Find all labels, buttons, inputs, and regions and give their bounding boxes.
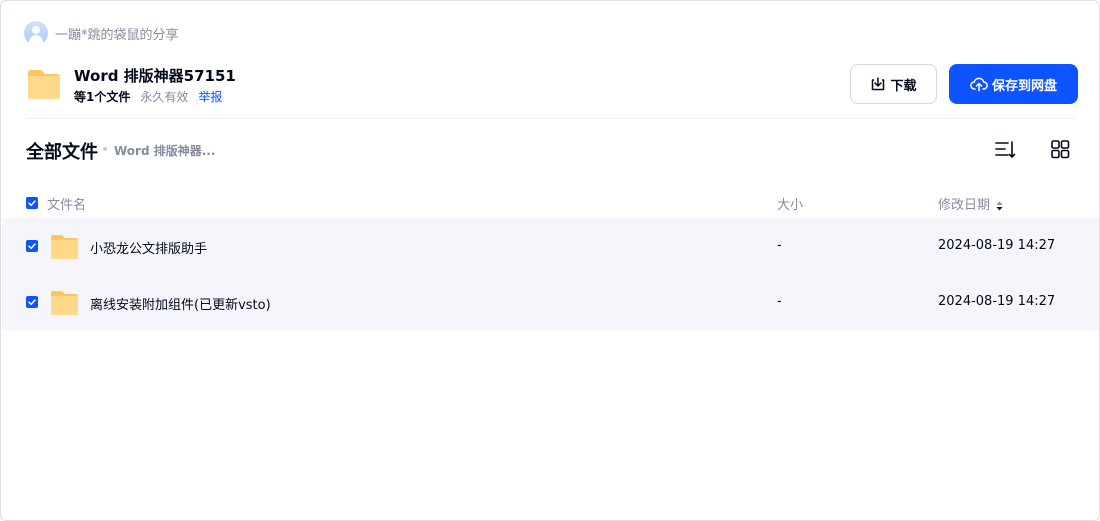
save-to-drive-button[interactable]: 保存到网盘 — [949, 64, 1078, 104]
download-icon — [872, 77, 885, 91]
breadcrumb-root[interactable]: 全部文件 — [26, 138, 98, 164]
select-all-checkbox[interactable] — [26, 197, 38, 209]
checkbox-checked-icon — [28, 243, 36, 250]
folder-icon — [51, 291, 78, 315]
checkbox-checked-icon — [28, 200, 36, 207]
column-header-size: 大小 — [777, 198, 804, 213]
download-button[interactable]: 下载 — [850, 64, 937, 104]
folder-icon — [51, 235, 78, 259]
save-label: 保存到网盘 — [991, 78, 1057, 94]
breadcrumb-separator — [103, 147, 107, 151]
header-divider — [26, 118, 1076, 119]
row-checkbox[interactable] — [26, 240, 38, 252]
file-size: - — [777, 294, 782, 309]
owner-name: 一蹦*跳的袋鼠的分享 — [55, 27, 179, 43]
column-header-modified[interactable]: 修改日期 — [938, 194, 1003, 213]
validity-text: 永久有效 — [140, 90, 189, 104]
column-header-modified-label: 修改日期 — [938, 198, 991, 213]
cloud-upload-icon — [970, 77, 988, 92]
table-row[interactable]: 离线安装附加组件(已更新vsto) - 2024-08-19 14:27 — [2, 274, 1099, 330]
share-page: 一蹦*跳的袋鼠的分享 Word 排版神器57151 等1个文件 永久有效 举报 … — [0, 0, 1100, 521]
breadcrumb-current: Word 排版神器... — [114, 144, 216, 158]
folder-icon — [28, 70, 60, 99]
share-title: Word 排版神器57151 — [74, 67, 236, 85]
file-name[interactable]: 离线安装附加组件(已更新vsto) — [90, 294, 271, 313]
file-count: 等1个文件 — [74, 90, 131, 104]
sort-arrows-icon — [996, 201, 1003, 210]
sort-icon[interactable] — [993, 138, 1017, 162]
row-checkbox[interactable] — [26, 296, 38, 308]
share-meta: 等1个文件 永久有效 举报 — [74, 88, 222, 105]
share-owner: 一蹦*跳的袋鼠的分享 — [24, 21, 179, 45]
report-link[interactable]: 举报 — [198, 88, 222, 105]
download-label: 下载 — [890, 78, 917, 94]
table-row[interactable]: 小恐龙公文排版助手 - 2024-08-19 14:27 — [2, 218, 1099, 274]
grid-view-icon[interactable] — [1049, 138, 1071, 160]
checkbox-checked-icon — [28, 299, 36, 306]
column-header-name: 文件名 — [47, 198, 87, 213]
file-modified-date: 2024-08-19 14:27 — [938, 294, 1056, 309]
user-avatar-icon — [24, 21, 48, 45]
file-size: - — [777, 238, 782, 253]
file-modified-date: 2024-08-19 14:27 — [938, 238, 1056, 253]
file-name[interactable]: 小恐龙公文排版助手 — [90, 238, 207, 257]
